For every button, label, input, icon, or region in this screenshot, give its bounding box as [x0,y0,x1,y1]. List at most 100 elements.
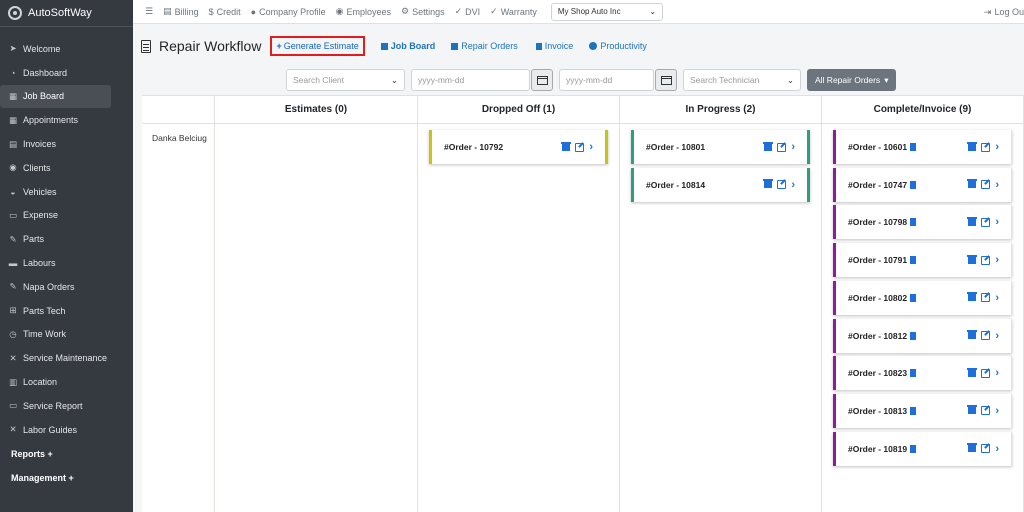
chevron-right-icon[interactable]: › [589,141,593,153]
date-to-input[interactable]: yyyy-mm-dd [559,69,654,91]
edit-icon[interactable] [981,331,991,340]
edit-icon[interactable] [981,293,991,303]
chevron-right-icon[interactable]: › [995,141,999,153]
date-to-calendar-button[interactable] [655,69,677,91]
date-from-input[interactable]: yyyy-mm-dd [411,69,530,91]
invoice-file-icon[interactable] [910,444,917,453]
sidebar-item-job-board[interactable]: ▦ Job Board [0,84,111,109]
invoice-link[interactable]: Invoice [535,41,573,51]
invoice-file-icon[interactable] [910,218,917,227]
order-card[interactable]: #Order - 10819 › [833,431,1012,466]
order-card[interactable]: #Order - 10792 › [429,130,608,164]
shop-select[interactable]: My Shop Auto Inc ⌄ [550,2,663,21]
edit-icon[interactable] [777,142,787,152]
invoice-file-icon[interactable] [910,293,917,302]
invoice-file-icon[interactable] [910,331,917,340]
archive-icon[interactable] [561,141,572,151]
order-card[interactable]: #Order - 10798 › [833,205,1012,240]
productivity-link[interactable]: Productivity [589,41,647,51]
archive-icon[interactable] [967,330,978,339]
topbar-settings[interactable]: ⚙ Settings [401,6,445,17]
topbar-dvi[interactable]: ✓ DVI [455,6,481,17]
chevron-right-icon[interactable]: › [995,330,999,342]
sidebar-item-vehicles[interactable]: ◒ Vehicles [0,180,111,204]
chevron-right-icon[interactable]: › [995,254,999,266]
topbar-warranty[interactable]: ✓ Warranty [490,6,537,17]
edit-icon[interactable] [981,217,991,227]
archive-icon[interactable] [967,367,978,377]
archive-icon[interactable] [967,216,978,226]
sidebar-item-labours[interactable]: ▬ Labours [0,251,111,275]
sidebar-item-napa-orders[interactable]: ✎ Napa Orders [0,275,111,299]
order-card[interactable]: #Order - 10814 › [631,167,810,202]
sidebar-item-time-work[interactable]: ◷ Time Work [0,323,111,347]
order-card[interactable]: #Order - 10802 › [833,280,1012,315]
archive-icon[interactable] [967,443,978,453]
logout-link[interactable]: ⇥ Log Ou [984,0,1024,24]
topbar-employees[interactable]: ◉ Employees [336,6,391,17]
sidebar-section-management[interactable]: Management + [0,466,133,490]
edit-icon[interactable] [575,142,585,152]
archive-icon[interactable] [967,179,978,189]
order-card[interactable]: #Order - 10601 › [833,130,1012,164]
topbar-company-profile[interactable]: ● Company Profile [251,7,326,17]
invoice-file-icon[interactable] [910,256,917,265]
brand[interactable]: AutoSoftWay [0,0,133,27]
edit-icon[interactable] [981,142,991,152]
chevron-right-icon[interactable]: › [995,216,999,228]
archive-icon[interactable] [967,405,978,415]
all-repair-orders-button[interactable]: All Repair Orders ▾ [807,69,897,91]
edit-icon[interactable] [777,180,787,190]
chevron-right-icon[interactable]: › [995,405,999,417]
archive-icon[interactable] [967,292,978,302]
date-from-calendar-button[interactable] [531,69,553,91]
order-card[interactable]: #Order - 10801 › [631,130,810,164]
invoice-file-icon[interactable] [910,406,917,415]
search-client-select[interactable]: Search Client ⌄ [286,69,405,91]
menu-toggle[interactable]: ☰ [145,6,153,17]
order-card[interactable]: #Order - 10812 › [833,318,1012,353]
archive-icon[interactable] [763,141,774,151]
sidebar-item-parts[interactable]: ✎ Parts [0,227,111,251]
invoice-file-icon[interactable] [910,143,917,151]
order-card[interactable]: #Order - 10747 › [833,167,1012,202]
sidebar-item-dashboard[interactable]: ◔ Dashboard [0,61,111,85]
sidebar-item-location[interactable]: ▥ Location [0,370,111,394]
chevron-right-icon[interactable]: › [995,292,999,304]
chevron-right-icon[interactable]: › [791,141,795,153]
topbar-credit[interactable]: $ Credit [209,7,241,17]
edit-icon[interactable] [981,406,991,416]
order-card[interactable]: #Order - 10791 › [833,243,1012,278]
order-card[interactable]: #Order - 10823 › [833,356,1012,391]
sidebar-item-label: Expense [23,210,59,221]
archive-icon[interactable] [967,254,978,264]
sidebar-item-labor-guides[interactable]: ✕ Labor Guides [0,418,111,442]
sidebar-item-service-maintenance[interactable]: ✕ Service Maintenance [0,346,111,370]
edit-icon[interactable] [981,444,991,454]
sidebar-item-service-report[interactable]: ▭ Service Report [0,394,111,418]
edit-icon[interactable] [981,180,991,190]
invoice-file-icon[interactable] [910,369,917,378]
generate-estimate-button[interactable]: + Generate Estimate [270,36,365,56]
chevron-right-icon[interactable]: › [791,179,795,191]
repair-orders-link[interactable]: Repair Orders [451,41,518,51]
sidebar-item-invoices[interactable]: ▤ Invoices [0,132,111,156]
edit-icon[interactable] [981,255,991,265]
chevron-right-icon[interactable]: › [995,367,999,379]
search-technician-select[interactable]: Search Technician ⌄ [683,69,801,91]
invoice-file-icon[interactable] [910,180,917,189]
order-card[interactable]: #Order - 10813 › [833,393,1012,428]
edit-icon[interactable] [981,368,991,378]
job-board-link[interactable]: Job Board [380,41,435,51]
sidebar-item-clients[interactable]: ◉ Clients [0,156,111,180]
topbar-billing[interactable]: ▤ Billing [163,6,199,17]
sidebar-item-expense[interactable]: ▭ Expense [0,204,111,228]
archive-icon[interactable] [967,141,978,151]
archive-icon[interactable] [763,179,774,189]
sidebar-item-appointments[interactable]: ▦ Appointments [0,108,111,132]
sidebar-item-welcome[interactable]: ➤ Welcome [0,37,111,61]
chevron-right-icon[interactable]: › [995,443,999,455]
chevron-right-icon[interactable]: › [995,179,999,191]
sidebar-item-parts-tech[interactable]: ⊞ Parts Tech [0,299,111,323]
sidebar-section-reports[interactable]: Reports + [0,442,133,466]
